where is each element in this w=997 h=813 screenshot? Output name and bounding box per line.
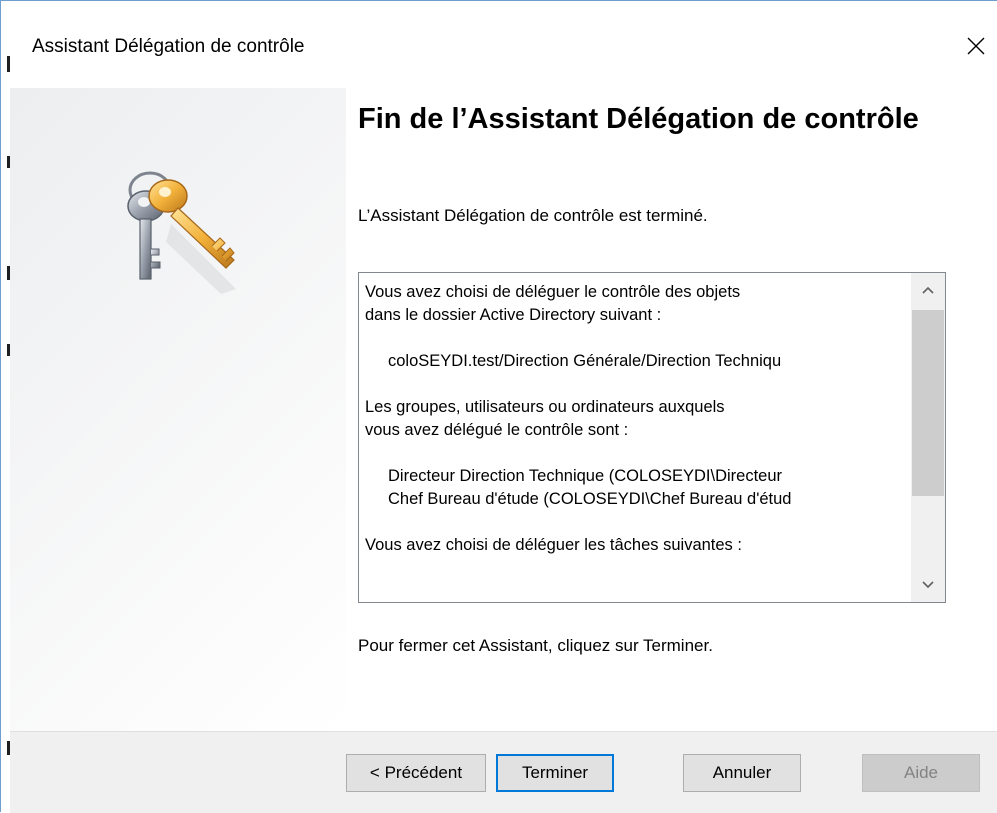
summary-blank-line [365,442,905,465]
summary-text: Vous avez choisi de déléguer le contrôle… [365,281,905,557]
background-window-strip [1,1,10,813]
close-icon [967,37,985,55]
summary-line: coloSEYDI.test/Direction Générale/Direct… [388,352,782,370]
summary-line: Chef Bureau d'étude (COLOSEYDI\Chef Bure… [388,490,792,508]
cancel-button[interactable]: Annuler [683,754,801,792]
summary-blank-line [365,373,905,396]
summary-textbox[interactable]: Vous avez choisi de déléguer le contrôle… [358,272,946,603]
summary-line: Vous avez choisi de déléguer le contrôle… [365,283,741,301]
scroll-thumb[interactable] [912,310,944,496]
page-title: Fin de l’Assistant Délégation de contrôl… [358,103,919,135]
closing-instruction: Pour fermer cet Assistant, cliquez sur T… [358,636,713,655]
page-subtitle: L’Assistant Délégation de contrôle est t… [358,206,708,225]
button-bar: < Précédent Terminer Annuler Aide [10,731,997,813]
scroll-up-button[interactable] [911,273,945,307]
back-button[interactable]: < Précédent [346,754,486,792]
wizard-content: Fin de l’Assistant Délégation de contrôl… [346,88,997,731]
wizard-window: Assistant Délégation de contrôle Fin de … [0,0,997,813]
vertical-scrollbar[interactable] [911,273,945,602]
summary-line: Les groupes, utilisateurs ou ordinateurs… [365,398,725,416]
keys-icon [116,164,246,309]
summary-line: dans le dossier Active Directory suivant… [365,306,662,324]
help-button[interactable]: Aide [862,754,980,792]
chevron-down-icon [922,581,934,589]
wizard-side-banner [10,88,346,731]
finish-button[interactable]: Terminer [496,754,614,792]
close-button[interactable] [954,24,997,68]
scroll-down-button[interactable] [911,568,945,602]
summary-blank-line [365,511,905,534]
title-bar: Assistant Délégation de contrôle [10,2,997,88]
summary-line: Vous avez choisi de déléguer les tâches … [365,536,742,554]
summary-blank-line [365,327,905,350]
summary-line: vous avez délégué le contrôle sont : [365,421,629,439]
summary-line: Directeur Direction Technique (COLOSEYDI… [388,467,783,485]
chevron-up-icon [922,286,934,294]
window-title: Assistant Délégation de contrôle [32,36,305,57]
